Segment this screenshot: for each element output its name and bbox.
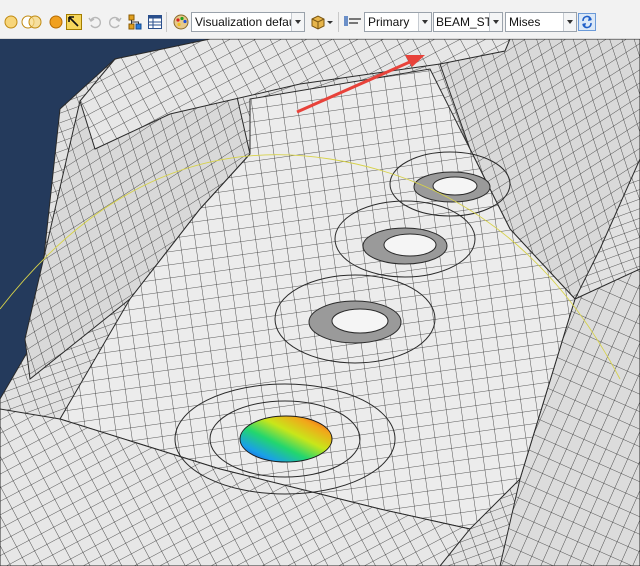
model-viewport[interactable] — [0, 39, 640, 566]
chevron-down-icon[interactable] — [489, 13, 502, 31]
chevron-down-icon[interactable] — [563, 13, 576, 31]
color-palette-icon[interactable] — [172, 13, 189, 30]
toolbar: Visualization defaults Primary BEAM_STRE… — [0, 0, 640, 39]
variable-type-combo[interactable]: Primary — [364, 12, 432, 32]
stress-contour-patch — [239, 415, 333, 463]
fem-model-render — [0, 39, 640, 566]
orange-ball-icon[interactable] — [47, 13, 64, 30]
field-output-combo[interactable]: BEAM_STRES — [433, 12, 503, 32]
variable-type-combo-value: Primary — [368, 15, 410, 29]
circle-select-icon[interactable] — [2, 13, 19, 30]
toolbar-separator — [338, 12, 339, 32]
query-arrow-icon[interactable] — [65, 13, 82, 30]
undo-icon[interactable] — [86, 13, 103, 30]
mesh-hole-3 — [308, 300, 402, 344]
toolbar-separator — [166, 12, 167, 32]
legend-icon[interactable] — [343, 12, 362, 32]
invariant-combo-value: Mises — [509, 15, 541, 29]
chevron-down-icon[interactable] — [291, 13, 304, 31]
redo-icon[interactable] — [106, 13, 123, 30]
assembly-tree-icon[interactable] — [126, 13, 143, 30]
visualization-combo[interactable]: Visualization defaults — [191, 12, 305, 32]
table-icon[interactable] — [146, 13, 163, 30]
visualization-combo-value: Visualization defaults — [195, 15, 305, 29]
union-circles-icon[interactable] — [20, 13, 44, 30]
cube-render-icon[interactable] — [309, 13, 326, 30]
invariant-combo[interactable]: Mises — [505, 12, 577, 32]
sync-icon[interactable] — [578, 13, 596, 31]
cube-dropdown-chevron-icon[interactable] — [326, 13, 334, 30]
chevron-down-icon[interactable] — [418, 13, 431, 31]
mesh-hole-2 — [362, 227, 448, 265]
